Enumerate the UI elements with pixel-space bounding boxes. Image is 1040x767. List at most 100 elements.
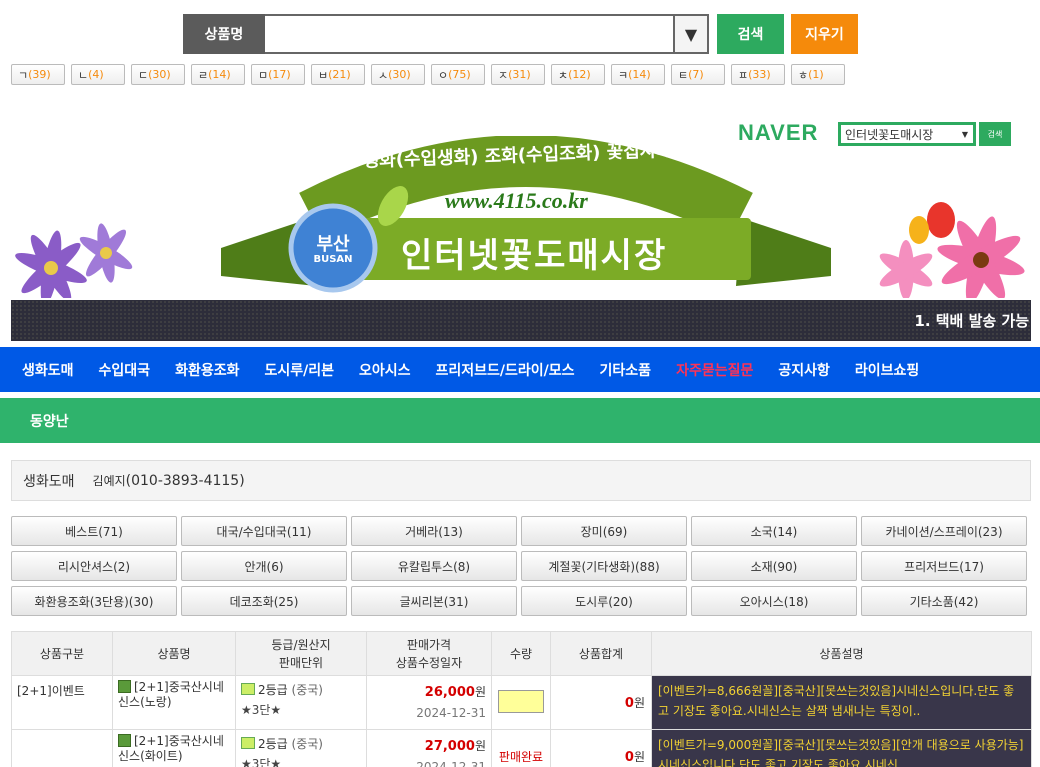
consonant-button[interactable]: ㅍ (33) [731,64,785,85]
table-header-row: 상품구분 상품명 등급/원산지 판매단위 판매가격 상품수정일자 수량 상품합계 상… [11,631,1032,676]
category-button[interactable]: 유칼립투스(8) [351,551,517,581]
consonant-button[interactable]: ㄴ (4) [71,64,125,85]
category-button[interactable]: 도시루(20) [521,586,687,616]
category-button[interactable]: 베스트(71) [11,516,177,546]
quantity-input[interactable] [498,689,544,713]
category-button[interactable]: 글씨리본(31) [351,586,517,616]
nav-item-fresh-wholesale[interactable]: 생화도매 [22,360,74,380]
category-button[interactable]: 오아시스(18) [691,586,857,616]
soldout-label: 판매완료 [498,750,544,764]
image-icon[interactable] [118,680,131,693]
nav-item-wreath-artificial[interactable]: 화환용조화 [175,360,239,380]
consonant-button[interactable]: ㅌ (7) [671,64,725,85]
table-row: [2+1]중국산시네신스(화이트) 2등급 (중국) ★3단★ 27,000원 20… [11,729,1032,767]
product-name[interactable]: [2+1]중국산시네신스(노랑) [118,680,224,709]
product-qty-cell [491,675,551,730]
col-header-sum: 상품합계 [550,631,652,676]
product-sum-cell: 0원 [550,675,652,730]
consonant-button[interactable]: ㅂ (21) [311,64,365,85]
category-button[interactable]: 리시안셔스(2) [11,551,177,581]
product-desc: [이벤트가=9,000원꼴][중국산][못쓰는것있음][안개 대용으로 사용가능… [651,729,1032,767]
product-grade-cell: 2등급 (중국) ★3단★ [235,675,367,730]
search-input[interactable] [265,14,673,54]
product-price: 26,000 [424,685,475,700]
nav-item-notice[interactable]: 공지사항 [778,360,830,380]
col-header-type: 상품구분 [11,631,113,676]
search-button[interactable]: 검색 [717,14,784,54]
product-price: 27,000 [424,739,475,754]
purple-flowers-image [15,223,133,298]
tv-icon [241,737,255,749]
contact-name: 김예지 [92,474,126,488]
category-button[interactable]: 안개(6) [181,551,347,581]
category-title: 생화도매 [23,473,75,490]
category-button[interactable]: 프리저브드(17) [861,551,1027,581]
category-button[interactable]: 소재(90) [691,551,857,581]
col-header-price: 판매가격 상품수정일자 [366,631,492,676]
nav-item-faq[interactable]: 자주묻는질문 [676,360,753,380]
notice-text: 1. 택배 발송 가능 [914,312,1029,330]
sub-nav: 동양난 [0,398,1040,443]
nav-item-dosiru-ribbon[interactable]: 도시루/리본 [264,360,334,380]
product-name[interactable]: [2+1]중국산시네신스(화이트) [118,734,224,763]
tv-icon [241,683,255,695]
category-button[interactable]: 거베라(13) [351,516,517,546]
naver-search-select[interactable]: 인터넷꽃도매시장 ▼ [838,122,976,146]
consonant-index: ㄱ (39) ㄴ (4) ㄷ (30) ㄹ (14) ㅁ (17) ㅂ (21) ㅅ (30)… [11,64,851,85]
category-button[interactable]: 장미(69) [521,516,687,546]
badge-city: 부산 [316,234,350,255]
category-header: 생화도매 김예지(010-3893-4115) [11,460,1031,501]
search-dropdown[interactable]: ▼ [673,14,709,54]
logo-url: www.4115.co.kr [445,188,588,213]
pink-flowers-image [879,202,1025,298]
product-grade-cell: 2등급 (중국) ★3단★ [235,729,367,767]
product-name-cell[interactable]: [2+1]중국산시네신스(노랑) [112,675,236,730]
category-button[interactable]: 소국(14) [691,516,857,546]
notice-ticker: 1. 택배 발송 가능 [11,300,1031,341]
nav-item-other[interactable]: 기타소품 [600,360,652,380]
naver-search-button[interactable]: 검색 [979,122,1011,146]
consonant-button[interactable]: ㅅ (30) [371,64,425,85]
consonant-button[interactable]: ㅇ (75) [431,64,485,85]
image-icon[interactable] [118,734,131,747]
consonant-button[interactable]: ㄱ (39) [11,64,65,85]
category-button[interactable]: 대국/수입대국(11) [181,516,347,546]
logo-site-name: 인터넷꽃도매시장 [401,236,668,276]
sale-unit: ★3단★ [241,757,282,767]
product-qty-cell: 판매완료 [491,729,551,767]
nav-item-oasis[interactable]: 오아시스 [359,360,411,380]
category-button[interactable]: 데코조화(25) [181,586,347,616]
nav-item-preserved[interactable]: 프리저브드/드라이/모스 [436,360,575,380]
main-nav: 생화도매 수입대국 화환용조화 도시루/리본 오아시스 프리저브드/드라이/모스… [0,347,1040,392]
consonant-button[interactable]: ㅎ (1) [791,64,845,85]
category-button[interactable]: 카네이션/스프레이(23) [861,516,1027,546]
site-logo[interactable]: 생화(수입생화) 조화(수입조화) 꽃집자재등 www.4115.co.kr 부… [221,135,831,296]
site-banner: NAVER 인터넷꽃도매시장 ▼ 검색 생화(수입생화) 조화(수입조화) 꽃집자… [11,108,1031,298]
col-header-name: 상품명 [112,631,236,676]
col-header-grade: 등급/원산지 판매단위 [235,631,367,676]
consonant-button[interactable]: ㅋ (14) [611,64,665,85]
product-name-cell[interactable]: [2+1]중국산시네신스(화이트) [112,729,236,767]
subnav-item-orchid[interactable]: 동양난 [30,411,69,431]
consonant-button[interactable]: ㄹ (14) [191,64,245,85]
category-button[interactable]: 기타소품(42) [861,586,1027,616]
consonant-button[interactable]: ㅊ (12) [551,64,605,85]
product-table: 상품구분 상품명 등급/원산지 판매단위 판매가격 상품수정일자 수량 상품합계 상… [11,631,1032,767]
product-date: 2024-12-31 [416,760,486,767]
nav-item-import-chrysanthemum[interactable]: 수입대국 [99,360,151,380]
triangle-down-icon: ▼ [684,24,698,44]
consonant-button[interactable]: ㅈ (31) [491,64,545,85]
product-type: [2+1]이벤트 [11,675,113,730]
consonant-button[interactable]: ㅁ (17) [251,64,305,85]
consonant-button[interactable]: ㄷ (30) [131,64,185,85]
product-sum: 0 [624,696,634,711]
product-desc: [이벤트가=8,666원꼴][중국산][못쓰는것있음]시네신스입니다.단도 좋고… [651,675,1032,730]
category-button[interactable]: 화환용조화(3단용)(30) [11,586,177,616]
chevron-down-icon: ▼ [961,129,968,139]
clear-button[interactable]: 지우기 [791,14,858,54]
product-sum: 0 [624,750,634,765]
contact-info: 김예지(010-3893-4115) [93,472,245,489]
nav-item-live-shopping[interactable]: 라이브쇼핑 [855,360,919,380]
contact-phone: (010-3893-4115) [125,473,245,489]
category-button[interactable]: 계절꽃(기타생화)(88) [521,551,687,581]
